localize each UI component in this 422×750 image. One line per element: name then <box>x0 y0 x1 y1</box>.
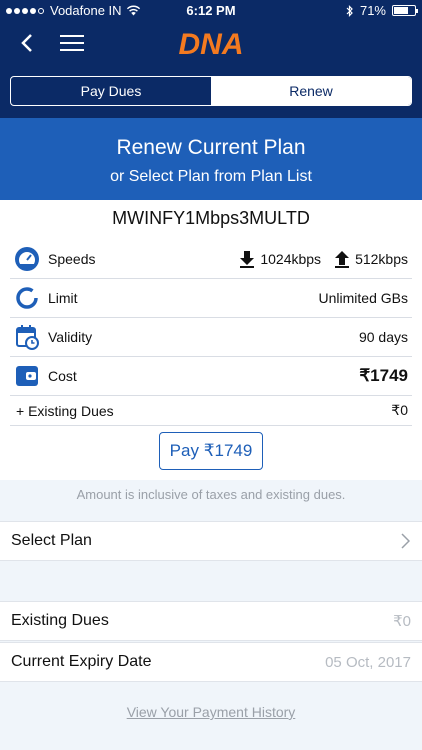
speeds-label: Speeds <box>48 251 96 267</box>
pay-button-wrap: Pay ₹1749 <box>0 432 422 470</box>
validity-row: Validity 90 days <box>10 318 412 357</box>
cost-row: Cost ₹1749 <box>10 357 412 396</box>
back-button[interactable] <box>14 28 40 58</box>
segmented-control: Pay Dues Renew <box>10 76 412 106</box>
validity-label: Validity <box>48 329 93 345</box>
existing-dues-cell-value: ₹0 <box>393 613 411 630</box>
speeds-row: Speeds 1024kbps 512kbps <box>10 240 412 279</box>
expiry-label: Current Expiry Date <box>11 653 152 670</box>
existing-dues-cell: Existing Dues ₹0 <box>0 601 422 641</box>
logo-text: DNA <box>179 28 244 61</box>
bluetooth-icon <box>346 4 353 17</box>
pay-button[interactable]: Pay ₹1749 <box>158 432 264 470</box>
expiry-cell: Current Expiry Date 05 Oct, 2017 <box>0 642 422 682</box>
download-speed: 1024kbps <box>260 251 322 267</box>
calendar-clock-icon <box>14 324 40 350</box>
top-bar: Vodafone IN 6:12 PM 71% DNA Pay Dues Ren… <box>0 0 422 118</box>
cost-value: ₹1749 <box>359 366 408 385</box>
tab-pay-dues[interactable]: Pay Dues <box>11 77 211 105</box>
tax-note: Amount is inclusive of taxes and existin… <box>76 487 346 502</box>
upload-icon <box>333 250 351 268</box>
battery-icon <box>392 5 418 16</box>
cost-label: Cost <box>48 368 77 384</box>
existing-dues-cell-label: Existing Dues <box>11 612 109 629</box>
select-plan-cell[interactable]: Select Plan <box>0 521 422 561</box>
battery-percent: 71% <box>359 3 386 18</box>
upload-speed: 512kbps <box>355 251 408 267</box>
banner-title: Renew Current Plan <box>116 136 306 159</box>
limit-label: Limit <box>48 290 78 306</box>
payment-history-link[interactable]: View Your Payment History <box>0 704 422 720</box>
existing-dues-row: + Existing Dues ₹0 <box>10 396 412 426</box>
chevron-right-icon <box>401 533 422 549</box>
speeds-values: 1024kbps 512kbps <box>238 250 408 268</box>
download-icon <box>238 250 256 268</box>
select-plan-label: Select Plan <box>11 532 92 549</box>
limit-ring-icon <box>14 285 40 311</box>
existing-dues-label: + Existing Dues <box>16 402 114 419</box>
limit-row: Limit Unlimited GBs <box>10 279 412 318</box>
validity-value: 90 days <box>358 329 408 345</box>
renew-banner: Renew Current Plan or Select Plan from P… <box>0 118 422 200</box>
existing-dues-value: ₹0 <box>391 402 408 418</box>
hamburger-menu-icon[interactable] <box>60 30 88 56</box>
status-bar: Vodafone IN 6:12 PM 71% <box>0 0 422 22</box>
nav-bar: DNA <box>0 22 422 66</box>
plan-details: Speeds 1024kbps 512kbps Limit Unlimited … <box>10 240 412 426</box>
wallet-icon <box>14 363 40 389</box>
expiry-value: 05 Oct, 2017 <box>325 653 411 671</box>
tab-renew[interactable]: Renew <box>211 77 411 105</box>
limit-value: Unlimited GBs <box>318 290 408 306</box>
banner-subtitle: or Select Plan from Plan List <box>110 168 312 185</box>
battery-group: 71% <box>346 3 418 18</box>
speedometer-icon <box>14 246 40 272</box>
plan-name: MWINFY1Mbps3MULTD <box>112 208 310 228</box>
dna-logo: DNA <box>166 26 256 62</box>
battery-fill <box>394 7 408 14</box>
back-chevron-icon <box>21 34 32 52</box>
